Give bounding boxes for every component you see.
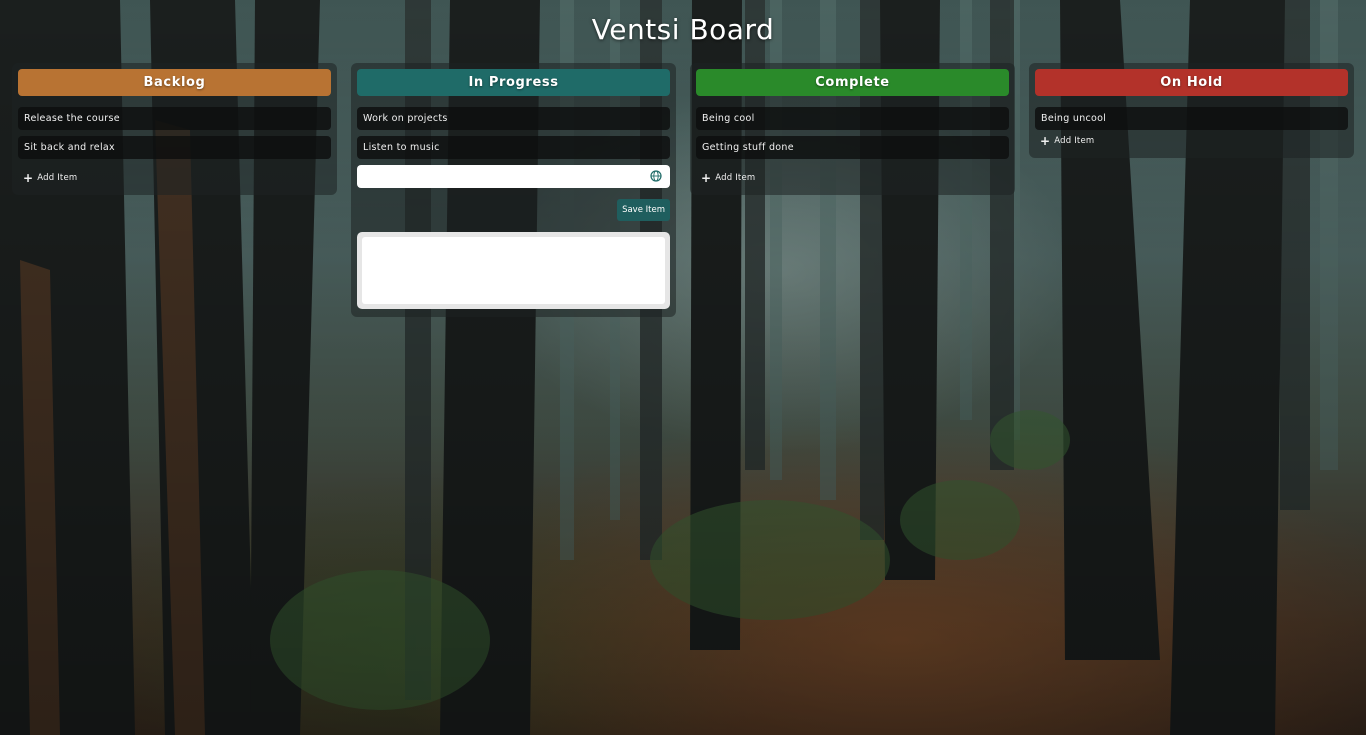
new-item-textarea[interactable]: [362, 237, 665, 304]
save-row: Save Item: [357, 199, 670, 221]
column-header-complete: Complete: [696, 69, 1009, 96]
globe-icon: [650, 170, 662, 182]
column-complete: Complete Being cool Getting stuff done +…: [690, 63, 1015, 195]
save-item-button[interactable]: Save Item: [617, 199, 670, 221]
list-item[interactable]: Being cool: [696, 107, 1009, 130]
new-item-row: [357, 165, 670, 188]
board-title: Ventsi Board: [591, 13, 775, 46]
column-in-progress: In Progress Work on projects Listen to m…: [351, 63, 676, 317]
column-header-in-progress: In Progress: [357, 69, 670, 96]
add-item-label: Add Item: [37, 173, 78, 183]
list-item[interactable]: Release the course: [18, 107, 331, 130]
add-item-button-complete[interactable]: + Add Item: [701, 171, 1009, 185]
plus-icon: +: [23, 171, 34, 185]
add-item-button-on-hold[interactable]: + Add Item: [1040, 134, 1348, 148]
add-item-button-backlog[interactable]: + Add Item: [23, 171, 331, 185]
list-item[interactable]: Work on projects: [357, 107, 670, 130]
plus-icon: +: [1040, 134, 1051, 148]
list-item[interactable]: Getting stuff done: [696, 136, 1009, 159]
item-list-on-hold: Being uncool: [1035, 107, 1348, 130]
column-header-backlog: Backlog: [18, 69, 331, 96]
new-item-input[interactable]: [357, 165, 670, 188]
item-list-in-progress: Work on projects Listen to music: [357, 107, 670, 159]
column-backlog: Backlog Release the course Sit back and …: [12, 63, 337, 195]
new-item-textarea-container: [357, 232, 670, 309]
list-item[interactable]: Sit back and relax: [18, 136, 331, 159]
item-list-complete: Being cool Getting stuff done: [696, 107, 1009, 159]
item-list-backlog: Release the course Sit back and relax: [18, 107, 331, 159]
list-item[interactable]: Being uncool: [1035, 107, 1348, 130]
column-on-hold: On Hold Being uncool + Add Item: [1029, 63, 1354, 158]
add-item-label: Add Item: [1054, 136, 1095, 146]
add-item-label: Add Item: [715, 173, 756, 183]
plus-icon: +: [701, 171, 712, 185]
column-header-on-hold: On Hold: [1035, 69, 1348, 96]
board-columns: Backlog Release the course Sit back and …: [12, 63, 1354, 317]
list-item[interactable]: Listen to music: [357, 136, 670, 159]
